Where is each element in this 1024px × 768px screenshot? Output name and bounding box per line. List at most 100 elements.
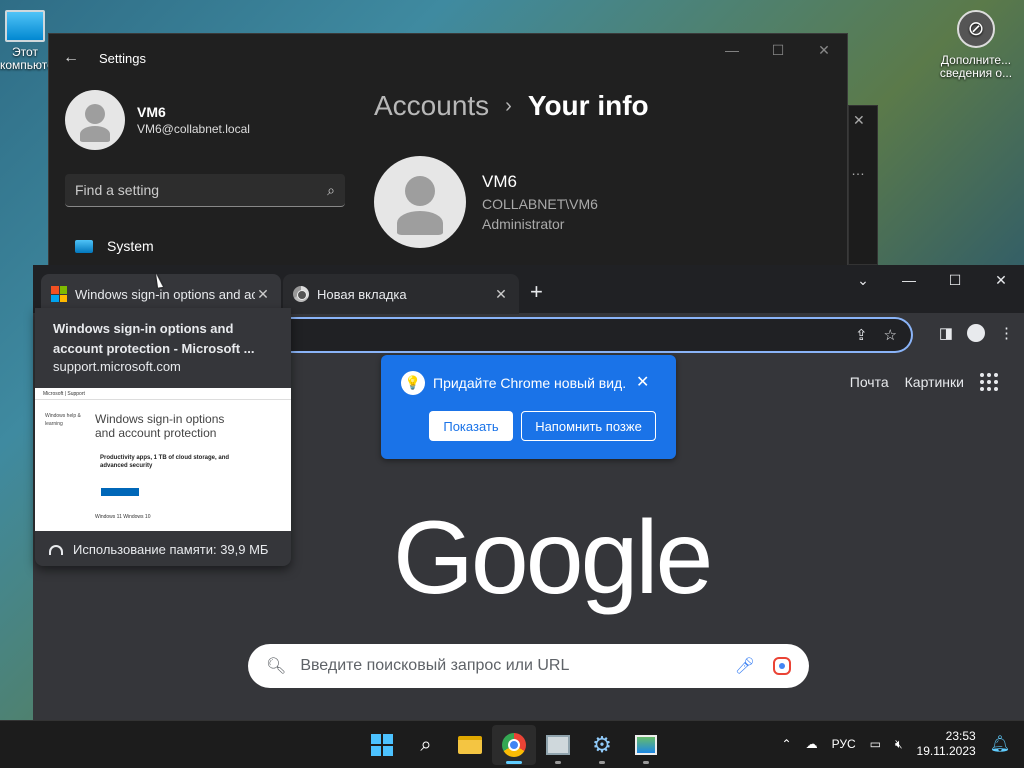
user-email: VM6@collabnet.local xyxy=(137,122,250,136)
close-button[interactable]: ✕ xyxy=(801,34,847,66)
chrome-promo-bubble: 💡 Придайте Chrome новый вид. ✕ Показать … xyxy=(381,355,676,459)
promo-text: Придайте Chrome новый вид. xyxy=(433,375,627,391)
minimize-button[interactable]: — xyxy=(709,34,755,66)
settings-window-controls: — ☐ ✕ xyxy=(709,34,847,66)
share-icon[interactable]: ⇪ xyxy=(855,326,868,344)
monitor-icon xyxy=(5,10,45,42)
close-tab-icon[interactable]: ✕ xyxy=(493,286,509,303)
running-indicator xyxy=(643,761,649,764)
date: 19.11.2023 xyxy=(916,744,976,758)
tab-search-icon[interactable]: ⌄ xyxy=(840,265,886,295)
maximize-button[interactable]: ☐ xyxy=(932,265,978,295)
desktop-icon-label: Дополните... сведения о... xyxy=(939,53,1013,80)
background-window: ✕ … xyxy=(848,105,878,265)
thumbnail-promo: Productivity apps, 1 TB of cloud storage… xyxy=(100,455,230,469)
tab-hover-card: Windows sign-in options and account prot… xyxy=(35,308,291,566)
desktop-icon-label: Этот компьютер xyxy=(0,45,61,72)
taskbar-apps: ⌕ ⚙ xyxy=(360,725,668,765)
clock[interactable]: 23:53 19.11.2023 xyxy=(917,729,976,759)
menu-kebab-icon[interactable]: ⋮ xyxy=(999,324,1014,342)
support-icon: ⊘ xyxy=(957,10,995,48)
profile-avatar xyxy=(374,156,466,248)
search-icon: 🔍︎ xyxy=(266,658,287,675)
chevron-up-icon[interactable]: ⌃ xyxy=(782,737,792,751)
remote-app-button[interactable] xyxy=(624,725,668,765)
maximize-button[interactable]: ☐ xyxy=(755,34,801,66)
taskbar: ⌕ ⚙ ⌃ ☁ РУС ▭ 🔇︎ 23:53 19.11.2023 🔔︎ xyxy=(0,720,1024,768)
lightbulb-icon: 💡 xyxy=(401,371,425,395)
bookmark-star-icon[interactable]: ☆ xyxy=(884,326,897,344)
profile-card: VM6 COLLABNET\VM6 Administrator xyxy=(374,156,598,248)
hovercard-title: Windows sign-in options and account prot… xyxy=(53,321,255,356)
find-setting-input[interactable]: Find a setting ⌕ xyxy=(65,174,345,207)
chrome-icon xyxy=(293,286,309,302)
notification-bell-icon[interactable]: 🔔︎ xyxy=(990,734,1010,754)
hovercard-domain: support.microsoft.com xyxy=(53,359,181,374)
language-indicator[interactable]: РУС xyxy=(832,737,856,751)
thumbnail-sidebar: Windows help & learning xyxy=(45,413,81,427)
more-icon: … xyxy=(851,162,865,178)
settings-user-card[interactable]: VM6 VM6@collabnet.local xyxy=(65,90,250,150)
chrome-taskbar-button[interactable] xyxy=(492,725,536,765)
file-explorer-button[interactable] xyxy=(448,725,492,765)
network-icon[interactable]: ☁ xyxy=(806,737,818,751)
sidebar-item-system[interactable]: System xyxy=(75,238,154,254)
display-icon[interactable]: ▭ xyxy=(870,737,881,751)
profile-account: COLLABNET\VM6 xyxy=(482,196,598,212)
taskbar-search-button[interactable]: ⌕ xyxy=(404,725,448,765)
avatar xyxy=(65,90,125,150)
page-thumbnail: Microsoft | Support Windows help & learn… xyxy=(35,388,291,531)
user-name: VM6 xyxy=(137,104,166,120)
chrome-icon xyxy=(502,733,526,757)
tab-label: Новая вкладка xyxy=(317,286,407,302)
profile-icon[interactable] xyxy=(967,324,985,342)
search-placeholder: Find a setting xyxy=(75,182,160,198)
new-tab-button[interactable]: + xyxy=(530,279,543,305)
running-indicator xyxy=(555,761,561,764)
remote-desktop-icon xyxy=(635,735,657,755)
gear-icon: ⚙ xyxy=(592,732,612,757)
tab-label: Windows sign-in options and account prot… xyxy=(75,286,255,302)
folder-icon xyxy=(458,736,482,754)
show-button[interactable]: Показать xyxy=(429,411,513,441)
google-search-box[interactable]: 🔍︎ Введите поисковый запрос или URL 🎤︎ xyxy=(248,644,809,688)
memory-text: Использование памяти: 39,9 МБ xyxy=(73,542,269,557)
microphone-icon[interactable]: 🎤︎ xyxy=(735,656,755,676)
desktop-icon-this-pc[interactable]: Этот компьютер xyxy=(0,10,61,72)
minimize-button[interactable]: — xyxy=(886,265,932,295)
close-button[interactable]: ✕ xyxy=(978,265,1024,295)
google-lens-icon[interactable] xyxy=(773,657,791,675)
start-button[interactable] xyxy=(360,725,404,765)
running-indicator xyxy=(506,761,522,764)
close-tab-icon[interactable]: ✕ xyxy=(255,286,271,303)
tab-new-tab[interactable]: Новая вкладка ✕ xyxy=(283,274,519,314)
page-title: Your info xyxy=(527,90,649,121)
desktop-icon-additional-info[interactable]: ⊘ Дополните... сведения о... xyxy=(936,10,1016,80)
google-logo: Google xyxy=(393,500,713,616)
mouse-cursor xyxy=(156,272,168,288)
back-arrow-icon[interactable]: ← xyxy=(63,49,83,67)
search-icon: ⌕ xyxy=(420,733,432,756)
monitor-chart-icon xyxy=(546,735,570,755)
time: 23:53 xyxy=(945,729,976,743)
settings-title: Settings xyxy=(99,50,146,66)
windows-logo-icon xyxy=(371,734,393,756)
images-link[interactable]: Картинки xyxy=(905,374,964,390)
microsoft-logo-icon xyxy=(51,286,67,302)
address-bar[interactable]: ⇪ ☆ xyxy=(283,317,913,353)
volume-muted-icon[interactable]: 🔇︎ xyxy=(895,737,903,752)
google-apps-icon[interactable] xyxy=(980,373,998,391)
gauge-icon xyxy=(49,544,63,555)
remind-later-button[interactable]: Напомнить позже xyxy=(521,411,656,441)
performance-monitor-button[interactable] xyxy=(536,725,580,765)
running-indicator xyxy=(599,761,605,764)
close-icon[interactable]: ✕ xyxy=(636,372,649,392)
profile-role: Administrator xyxy=(482,216,565,232)
gmail-link[interactable]: Почта xyxy=(850,374,889,390)
side-panel-icon[interactable]: ◨ xyxy=(939,324,953,342)
breadcrumb-accounts[interactable]: Accounts xyxy=(374,90,489,122)
settings-taskbar-button[interactable]: ⚙ xyxy=(580,725,624,765)
profile-name: VM6 xyxy=(482,172,517,191)
thumbnail-header: Microsoft | Support xyxy=(35,388,291,400)
search-placeholder: Введите поисковый запрос или URL xyxy=(300,657,570,674)
